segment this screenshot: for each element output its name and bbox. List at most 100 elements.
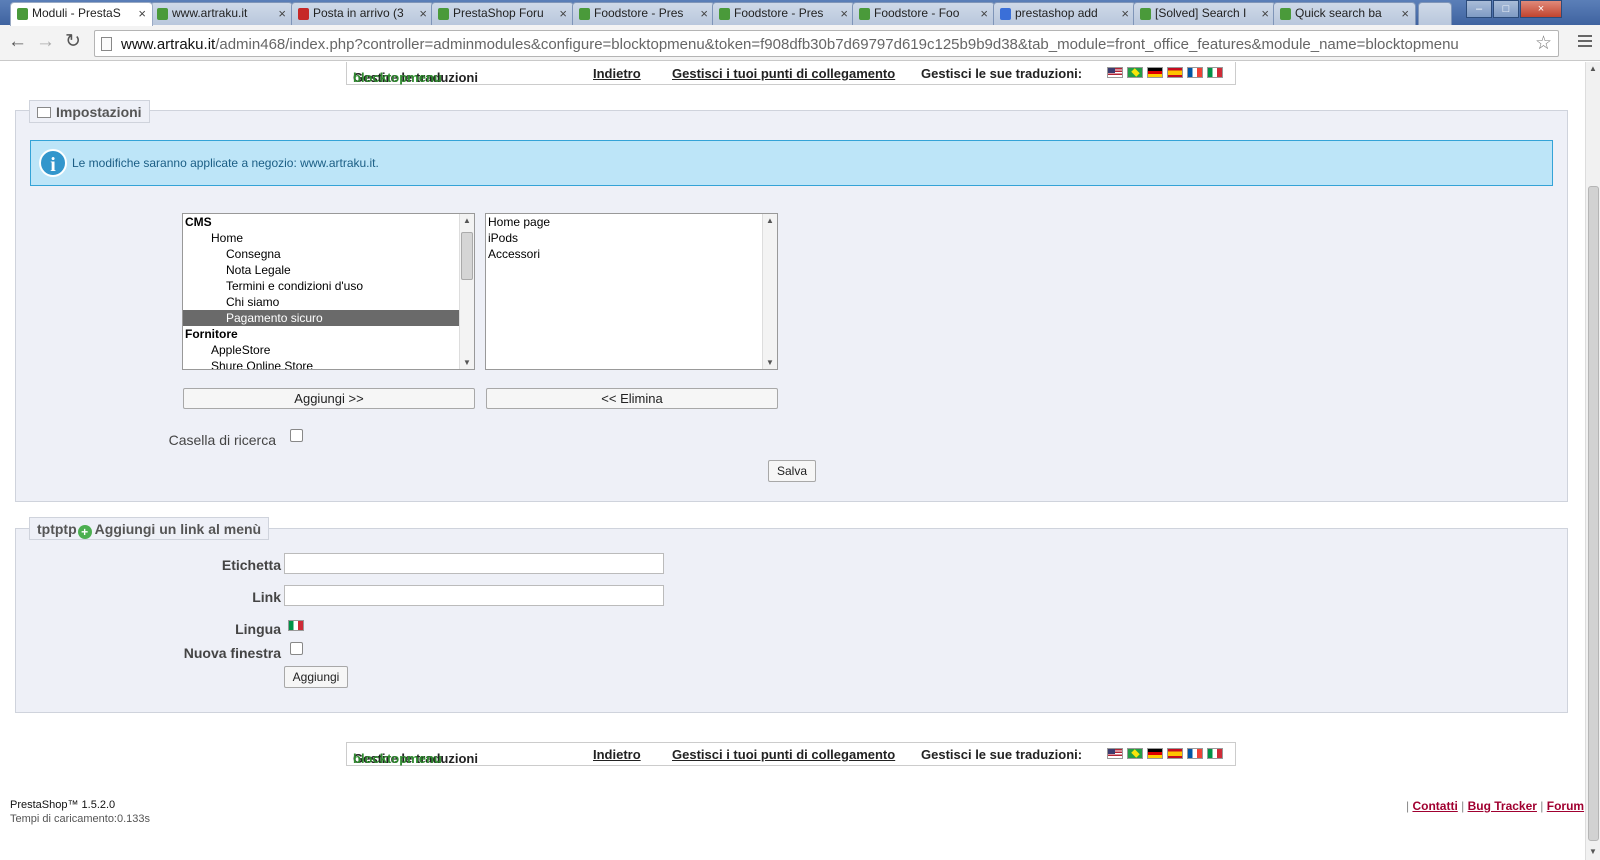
browser-tab[interactable]: prestashop add × xyxy=(993,2,1136,25)
save-button[interactable]: Salva xyxy=(768,460,816,482)
browser-tab[interactable]: www.artraku.it × xyxy=(150,2,293,25)
settings-icon xyxy=(37,107,51,118)
browser-tab[interactable]: Foodstore - Pres × xyxy=(572,2,715,25)
available-list-option[interactable]: Shure Online Store xyxy=(183,358,460,369)
add-item-button[interactable]: Aggiungi >> xyxy=(183,388,475,409)
tab-close-icon[interactable]: × xyxy=(1401,6,1409,21)
fr-flag-icon[interactable] xyxy=(1187,748,1203,759)
browser-tab[interactable]: Moduli - PrestaS × xyxy=(10,2,153,26)
browser-tab[interactable]: Posta in arrivo (3 × xyxy=(291,2,434,25)
version-text: PrestaShop™ 1.5.2.0 xyxy=(10,799,116,811)
bookmark-star-icon[interactable]: ☆ xyxy=(1535,32,1552,55)
page-scrollbar-thumb[interactable] xyxy=(1588,186,1599,841)
address-bar[interactable]: www.artraku.it/admin468/index.php?contro… xyxy=(94,30,1559,57)
new-window-checkbox[interactable] xyxy=(290,642,303,655)
minimize-button[interactable]: – xyxy=(1466,0,1492,18)
tab-favicon-icon xyxy=(438,8,449,20)
back-icon[interactable]: ← xyxy=(8,32,27,52)
tab-close-icon[interactable]: × xyxy=(700,6,708,21)
de-flag-icon[interactable] xyxy=(1147,67,1163,78)
window-close-button[interactable]: × xyxy=(1520,0,1562,18)
tab-close-icon[interactable]: × xyxy=(559,6,567,21)
selected-list-option[interactable]: Home page xyxy=(486,214,777,230)
browser-tab[interactable]: Foodstore - Foo × xyxy=(852,2,995,25)
tab-favicon-icon xyxy=(1280,8,1291,20)
tab-close-icon[interactable]: × xyxy=(278,6,286,21)
available-list-option[interactable]: Consegna xyxy=(183,246,460,262)
tab-label: PrestaShop Foru xyxy=(453,6,544,20)
available-list-option[interactable]: Home xyxy=(183,230,460,246)
browser-menu-icon[interactable] xyxy=(1578,35,1592,50)
it-flag-icon[interactable] xyxy=(1207,67,1223,78)
add-link-button[interactable]: Aggiungi xyxy=(284,666,348,688)
page-scrollbar[interactable]: ▲ ▼ xyxy=(1585,62,1600,860)
search-box-checkbox[interactable] xyxy=(290,429,303,442)
de-flag-icon[interactable] xyxy=(1147,748,1163,759)
add-link-fieldset: Etichetta Link Lingua Nuova finestra Agg… xyxy=(15,528,1568,713)
es-flag-icon[interactable] xyxy=(1167,748,1183,759)
it-flag-icon[interactable] xyxy=(288,620,304,631)
tab-close-icon[interactable]: × xyxy=(1261,6,1269,21)
tab-close-icon[interactable]: × xyxy=(419,6,427,21)
fr-flag-icon[interactable] xyxy=(1187,67,1203,78)
tab-favicon-icon xyxy=(17,8,28,20)
label-input[interactable] xyxy=(284,553,664,574)
maximize-button[interactable]: □ xyxy=(1493,0,1519,18)
remove-item-button[interactable]: << Elimina xyxy=(486,388,778,409)
tab-favicon-icon xyxy=(579,8,590,20)
add-icon: + xyxy=(77,525,92,539)
es-flag-icon[interactable] xyxy=(1167,67,1183,78)
en-flag-icon[interactable] xyxy=(1107,748,1123,759)
selected-list-option[interactable]: Accessori xyxy=(486,246,777,262)
forum-link[interactable]: Forum xyxy=(1547,799,1584,813)
new-tab-button[interactable] xyxy=(1418,2,1452,25)
available-list-scrollbar[interactable]: ▲ ▼ xyxy=(459,214,474,369)
selected-list-scrollbar[interactable]: ▲ ▼ xyxy=(762,214,777,369)
info-message-text: Le modifiche saranno applicate a negozio… xyxy=(72,156,379,170)
tab-label: Foodstore - Pres xyxy=(734,6,824,20)
info-message-box: i Le modifiche saranno applicate a negoz… xyxy=(30,140,1553,186)
available-list-option[interactable]: Termini e condizioni d'uso xyxy=(183,278,460,294)
selected-list-option[interactable]: iPods xyxy=(486,230,777,246)
available-list-option[interactable]: CMS xyxy=(183,214,460,230)
tab-label: Moduli - PrestaS xyxy=(32,6,121,20)
tab-close-icon[interactable]: × xyxy=(1121,6,1129,21)
en-flag-icon[interactable] xyxy=(1107,67,1123,78)
reload-icon[interactable]: ↻ xyxy=(65,32,81,52)
bug-tracker-link[interactable]: Bug Tracker xyxy=(1468,799,1537,813)
new-window-label: Nuova finestra xyxy=(183,645,281,661)
translations-label: Gestisci le sue traduzioni: xyxy=(921,66,1083,81)
link-input[interactable] xyxy=(284,585,664,606)
browser-tab[interactable]: Foodstore - Pres × xyxy=(712,2,855,25)
manage-hooks-link[interactable]: Gestisci i tuoi punti di collegamento xyxy=(672,747,895,762)
tab-favicon-icon xyxy=(298,8,309,20)
selected-items-listbox[interactable]: Home page iPods Accessori ▲ ▼ xyxy=(485,213,778,370)
available-list-option[interactable]: Nota Legale xyxy=(183,262,460,278)
back-link[interactable]: Indietro xyxy=(593,66,641,81)
br-flag-icon[interactable] xyxy=(1127,748,1143,759)
available-items-listbox[interactable]: CMS Home Consegna Nota Legale Termini e cond… xyxy=(182,213,475,370)
browser-tab[interactable]: [Solved] Search I × xyxy=(1133,2,1276,25)
page-content: Gestire le traduzioni blocktopmenu Indie… xyxy=(0,62,1585,860)
translation-bar-top: Gestire le traduzioni blocktopmenu Indie… xyxy=(346,62,1236,85)
available-list-option[interactable]: Fornitore xyxy=(183,326,460,342)
navigation-toolbar: ← → ↻ www.artraku.it/admin468/index.php?… xyxy=(0,25,1600,61)
back-link[interactable]: Indietro xyxy=(593,747,641,762)
it-flag-icon[interactable] xyxy=(1207,748,1223,759)
add-link-legend: tptptp + Aggiungi un link al menù xyxy=(29,517,270,540)
tab-close-icon[interactable]: × xyxy=(138,6,146,21)
tab-close-icon[interactable]: × xyxy=(840,6,848,21)
tab-label: www.artraku.it xyxy=(172,6,248,20)
contacts-link[interactable]: Contatti xyxy=(1412,799,1457,813)
manage-hooks-link[interactable]: Gestisci i tuoi punti di collegamento xyxy=(672,66,895,81)
br-flag-icon[interactable] xyxy=(1127,67,1143,78)
tab-close-icon[interactable]: × xyxy=(980,6,988,21)
available-list-option[interactable]: Chi siamo xyxy=(183,294,460,310)
available-list-option[interactable]: AppleStore xyxy=(183,342,460,358)
info-icon: i xyxy=(39,149,67,177)
browser-tab[interactable]: PrestaShop Foru × xyxy=(431,2,574,25)
browser-tab[interactable]: Quick search ba × xyxy=(1273,2,1416,25)
forward-icon[interactable]: → xyxy=(36,32,55,52)
available-list-option[interactable]: Pagamento sicuro xyxy=(183,310,460,326)
url-text[interactable]: www.artraku.it/admin468/index.php?contro… xyxy=(121,36,1459,53)
